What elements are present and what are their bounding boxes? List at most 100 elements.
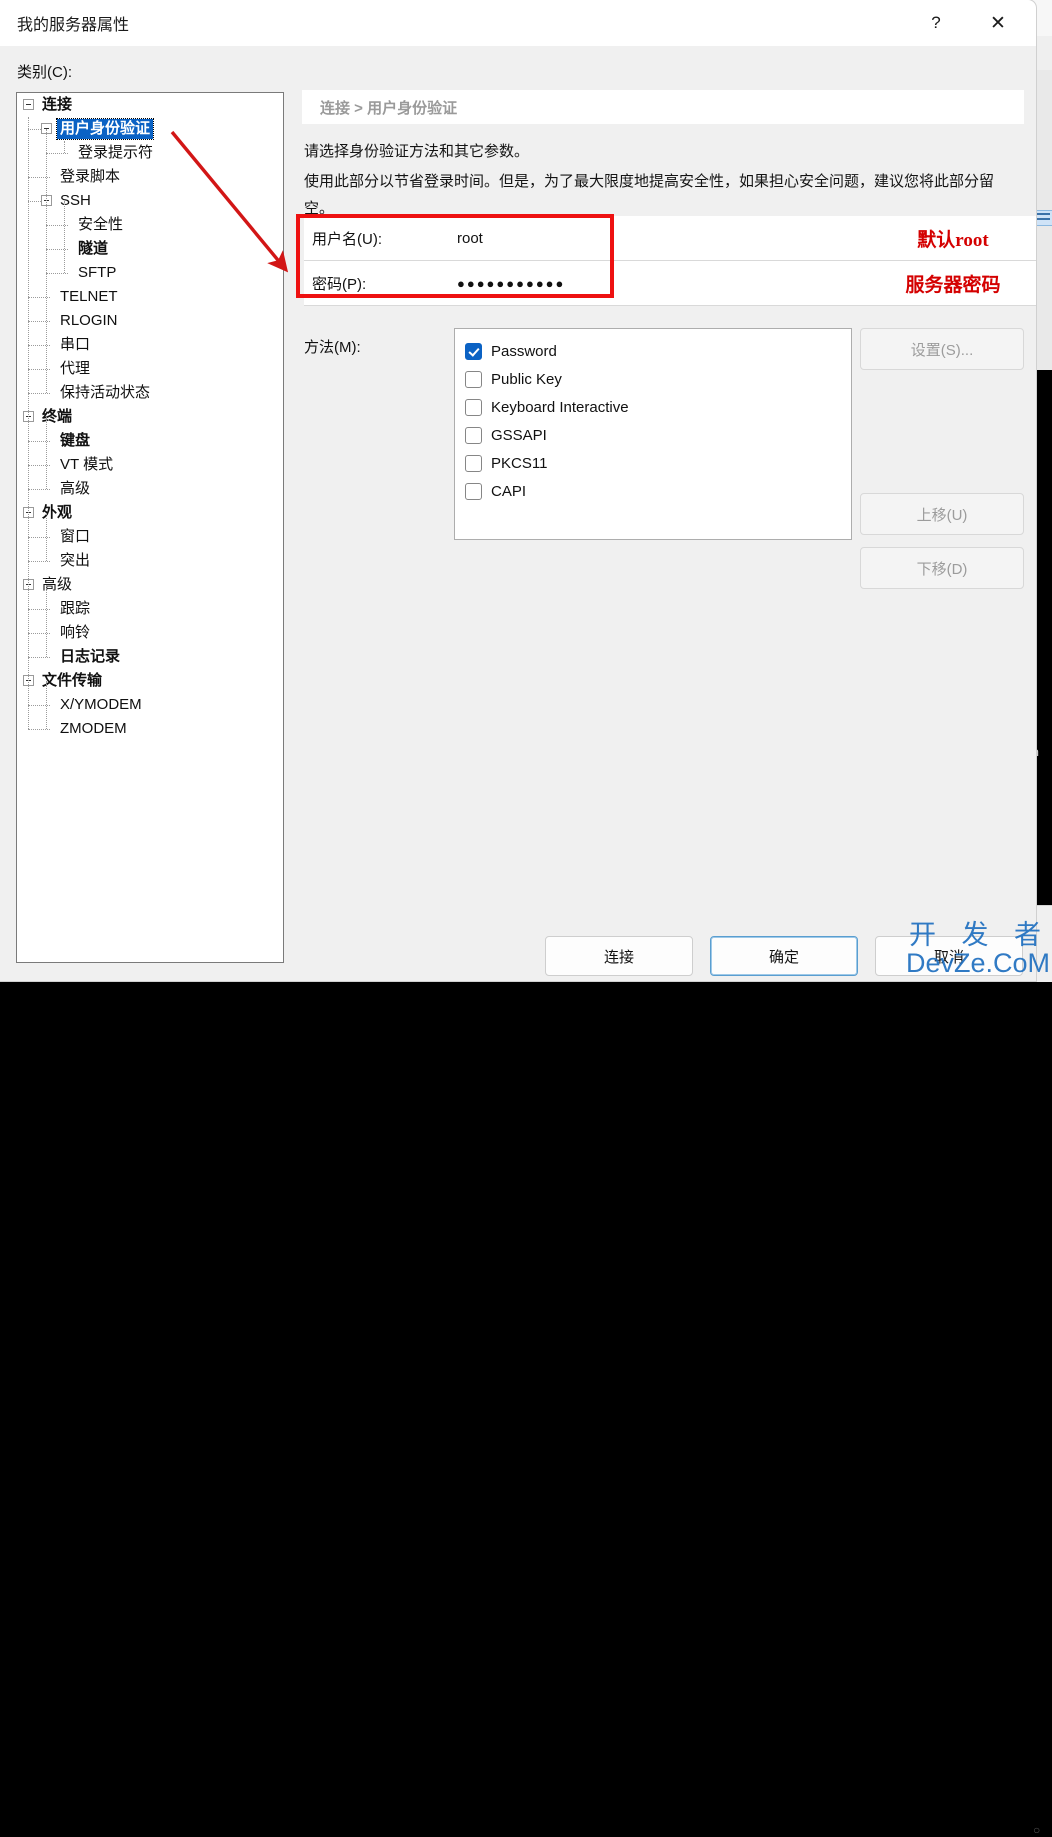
username-row: 用户名(U): root (304, 216, 854, 261)
background-item-line-2 (1034, 218, 1050, 220)
methods-list[interactable]: Password Public Key Keyboard Interactive GS… (454, 328, 852, 540)
tree-item-4[interactable]: SSH (17, 189, 283, 213)
tree-item-23[interactable]: 日志记录 (17, 645, 283, 669)
checkbox-unchecked-icon[interactable] (465, 482, 482, 500)
description-line-2: 使用此部分以节省登录时间。但是，为了最大限度地提高安全性，如果担心安全问题，建议… (304, 173, 995, 217)
tree-item-13[interactable]: 终端 (17, 405, 283, 429)
method-item-keyboard-interactive[interactable]: Keyboard Interactive (465, 393, 851, 421)
tree-item-label: SFTP (78, 264, 117, 281)
dialog-title-bar: 我的服务器属性 ? ✕ (0, 0, 1036, 46)
tree-item-20[interactable]: 高级 (17, 573, 283, 597)
background-status-glyph: ○ (1033, 1823, 1041, 1837)
move-down-button[interactable]: 下移(D) (860, 547, 1024, 589)
tree-item-label: 用户身份验证 (55, 118, 155, 140)
tree-item-label: 登录脚本 (60, 168, 121, 185)
annotation-column: 默认root 服务器密码 (854, 216, 1036, 306)
tree-guide-horizontal (28, 657, 50, 658)
username-annotation: 默认root (854, 216, 1036, 261)
checkbox-unchecked-icon[interactable] (465, 370, 482, 388)
checkbox-unchecked-icon[interactable] (465, 398, 482, 416)
tree-item-17[interactable]: 外观 (17, 501, 283, 525)
tree-item-22[interactable]: 响铃 (17, 621, 283, 645)
category-tree[interactable]: 连接用户身份验证登录提示符登录脚本 SSH 安全性隧道 SFTP TELNET RLOGI… (16, 92, 284, 963)
tree-item-label: 突出 (60, 552, 91, 569)
tree-expander-minus-icon[interactable] (23, 99, 34, 110)
properties-dialog: 我的服务器属性 ? ✕ 类别(C): 连接 用户身份验证 登录提示符 登录脚本 SSH 安… (0, 0, 1036, 981)
tree-item-9[interactable]: RLOGIN (17, 309, 283, 333)
background-item-line-1 (1034, 213, 1050, 215)
tree-item-0[interactable]: 连接 (17, 93, 283, 117)
cancel-button[interactable]: 取消 (875, 936, 1023, 976)
credentials-form: 用户名(U): root 密码(P): ●●●●●●●●●●● (304, 216, 854, 306)
tree-item-21[interactable]: 跟踪 (17, 597, 283, 621)
tree-item-26[interactable]: ZMODEM (17, 717, 283, 741)
tree-item-19[interactable]: 突出 (17, 549, 283, 573)
tree-item-15[interactable]: VT 模式 (17, 453, 283, 477)
method-item-public-key[interactable]: Public Key (465, 365, 851, 393)
tree-item-label: 跟踪 (60, 600, 91, 617)
breadcrumb-bar: 连接 > 用户身份验证 (302, 90, 1024, 124)
checkbox-unchecked-icon[interactable] (465, 426, 482, 444)
tree-item-label: 登录提示符 (78, 144, 154, 161)
tree-item-14[interactable]: 键盘 (17, 429, 283, 453)
tree-guide-horizontal (28, 177, 50, 178)
method-item-pkcs11[interactable]: PKCS11 (465, 449, 851, 477)
tree-item-label: 保持活动状态 (60, 384, 151, 401)
tree-item-label: 连接 (42, 96, 73, 113)
tree-item-3[interactable]: 登录脚本 (17, 165, 283, 189)
method-item-capi[interactable]: CAPI (465, 477, 851, 505)
tree-guide-horizontal (28, 369, 50, 370)
tree-guide-vertical (46, 129, 47, 393)
tree-item-11[interactable]: 代理 (17, 357, 283, 381)
username-input[interactable]: root (454, 218, 854, 258)
tree-item-8[interactable]: TELNET (17, 285, 283, 309)
method-item-gssapi[interactable]: GSSAPI (465, 421, 851, 449)
tree-guide-vertical (64, 201, 65, 273)
close-icon[interactable]: ✕ (974, 0, 1022, 46)
help-icon[interactable]: ? (912, 0, 960, 46)
settings-content-pane: 连接 > 用户身份验证 请选择身份验证方法和其它参数。 使用此部分以节省登录时间… (296, 46, 1036, 981)
tree-guide-horizontal (28, 609, 50, 610)
settings-button[interactable]: 设置(S)... (860, 328, 1024, 370)
tree-item-18[interactable]: 窗口 (17, 525, 283, 549)
password-label: 密码(P): (312, 275, 367, 293)
tree-guide-horizontal (28, 441, 50, 442)
method-label: Keyboard Interactive (491, 398, 629, 416)
tree-item-label: ZMODEM (60, 720, 127, 737)
tree-guide-horizontal (28, 705, 50, 706)
tree-item-16[interactable]: 高级 (17, 477, 283, 501)
dialog-body: 类别(C): 连接 用户身份验证 登录提示符 登录脚本 SSH 安全性 隧道 SFTP TELN… (0, 46, 1036, 981)
tree-guide-horizontal (46, 225, 68, 226)
move-up-button[interactable]: 上移(U) (860, 493, 1024, 535)
password-row: 密码(P): ●●●●●●●●●●● (304, 261, 854, 306)
tree-guide-horizontal (28, 729, 50, 730)
method-label: PKCS11 (491, 454, 548, 472)
dialog-title: 我的服务器属性 (17, 17, 130, 34)
tree-item-10[interactable]: 串口 (17, 333, 283, 357)
checkbox-unchecked-icon[interactable] (465, 454, 482, 472)
tree-item-label: RLOGIN (60, 312, 118, 329)
tree-item-12[interactable]: 保持活动状态 (17, 381, 283, 405)
connect-button[interactable]: 连接 (545, 936, 693, 976)
tree-item-24[interactable]: 文件传输 (17, 669, 283, 693)
tree-item-label: X/YMODEM (60, 696, 142, 713)
tree-item-1[interactable]: 用户身份验证 (17, 117, 283, 141)
password-input[interactable]: ●●●●●●●●●●● (454, 263, 854, 303)
tree-item-label: 外观 (42, 504, 73, 521)
tree-guide-horizontal (28, 633, 50, 634)
tree-item-label: 代理 (60, 360, 91, 377)
checkbox-checked-icon[interactable] (465, 342, 482, 360)
tree-item-label: 窗口 (60, 528, 91, 545)
tree-guide-horizontal (28, 297, 50, 298)
method-item-password[interactable]: Password (465, 337, 851, 365)
tree-guide-horizontal (28, 537, 50, 538)
tree-item-label: 隧道 (78, 240, 109, 257)
tree-item-label: TELNET (60, 288, 118, 305)
method-label: Password (491, 342, 557, 360)
tree-guide-vertical (46, 585, 47, 657)
ok-button[interactable]: 确定 (710, 936, 858, 976)
tree-guide-horizontal (46, 273, 68, 274)
tree-item-25[interactable]: X/YMODEM (17, 693, 283, 717)
description-line-1: 请选择身份验证方法和其它参数。 (304, 143, 530, 160)
tree-item-label: 安全性 (78, 216, 124, 233)
